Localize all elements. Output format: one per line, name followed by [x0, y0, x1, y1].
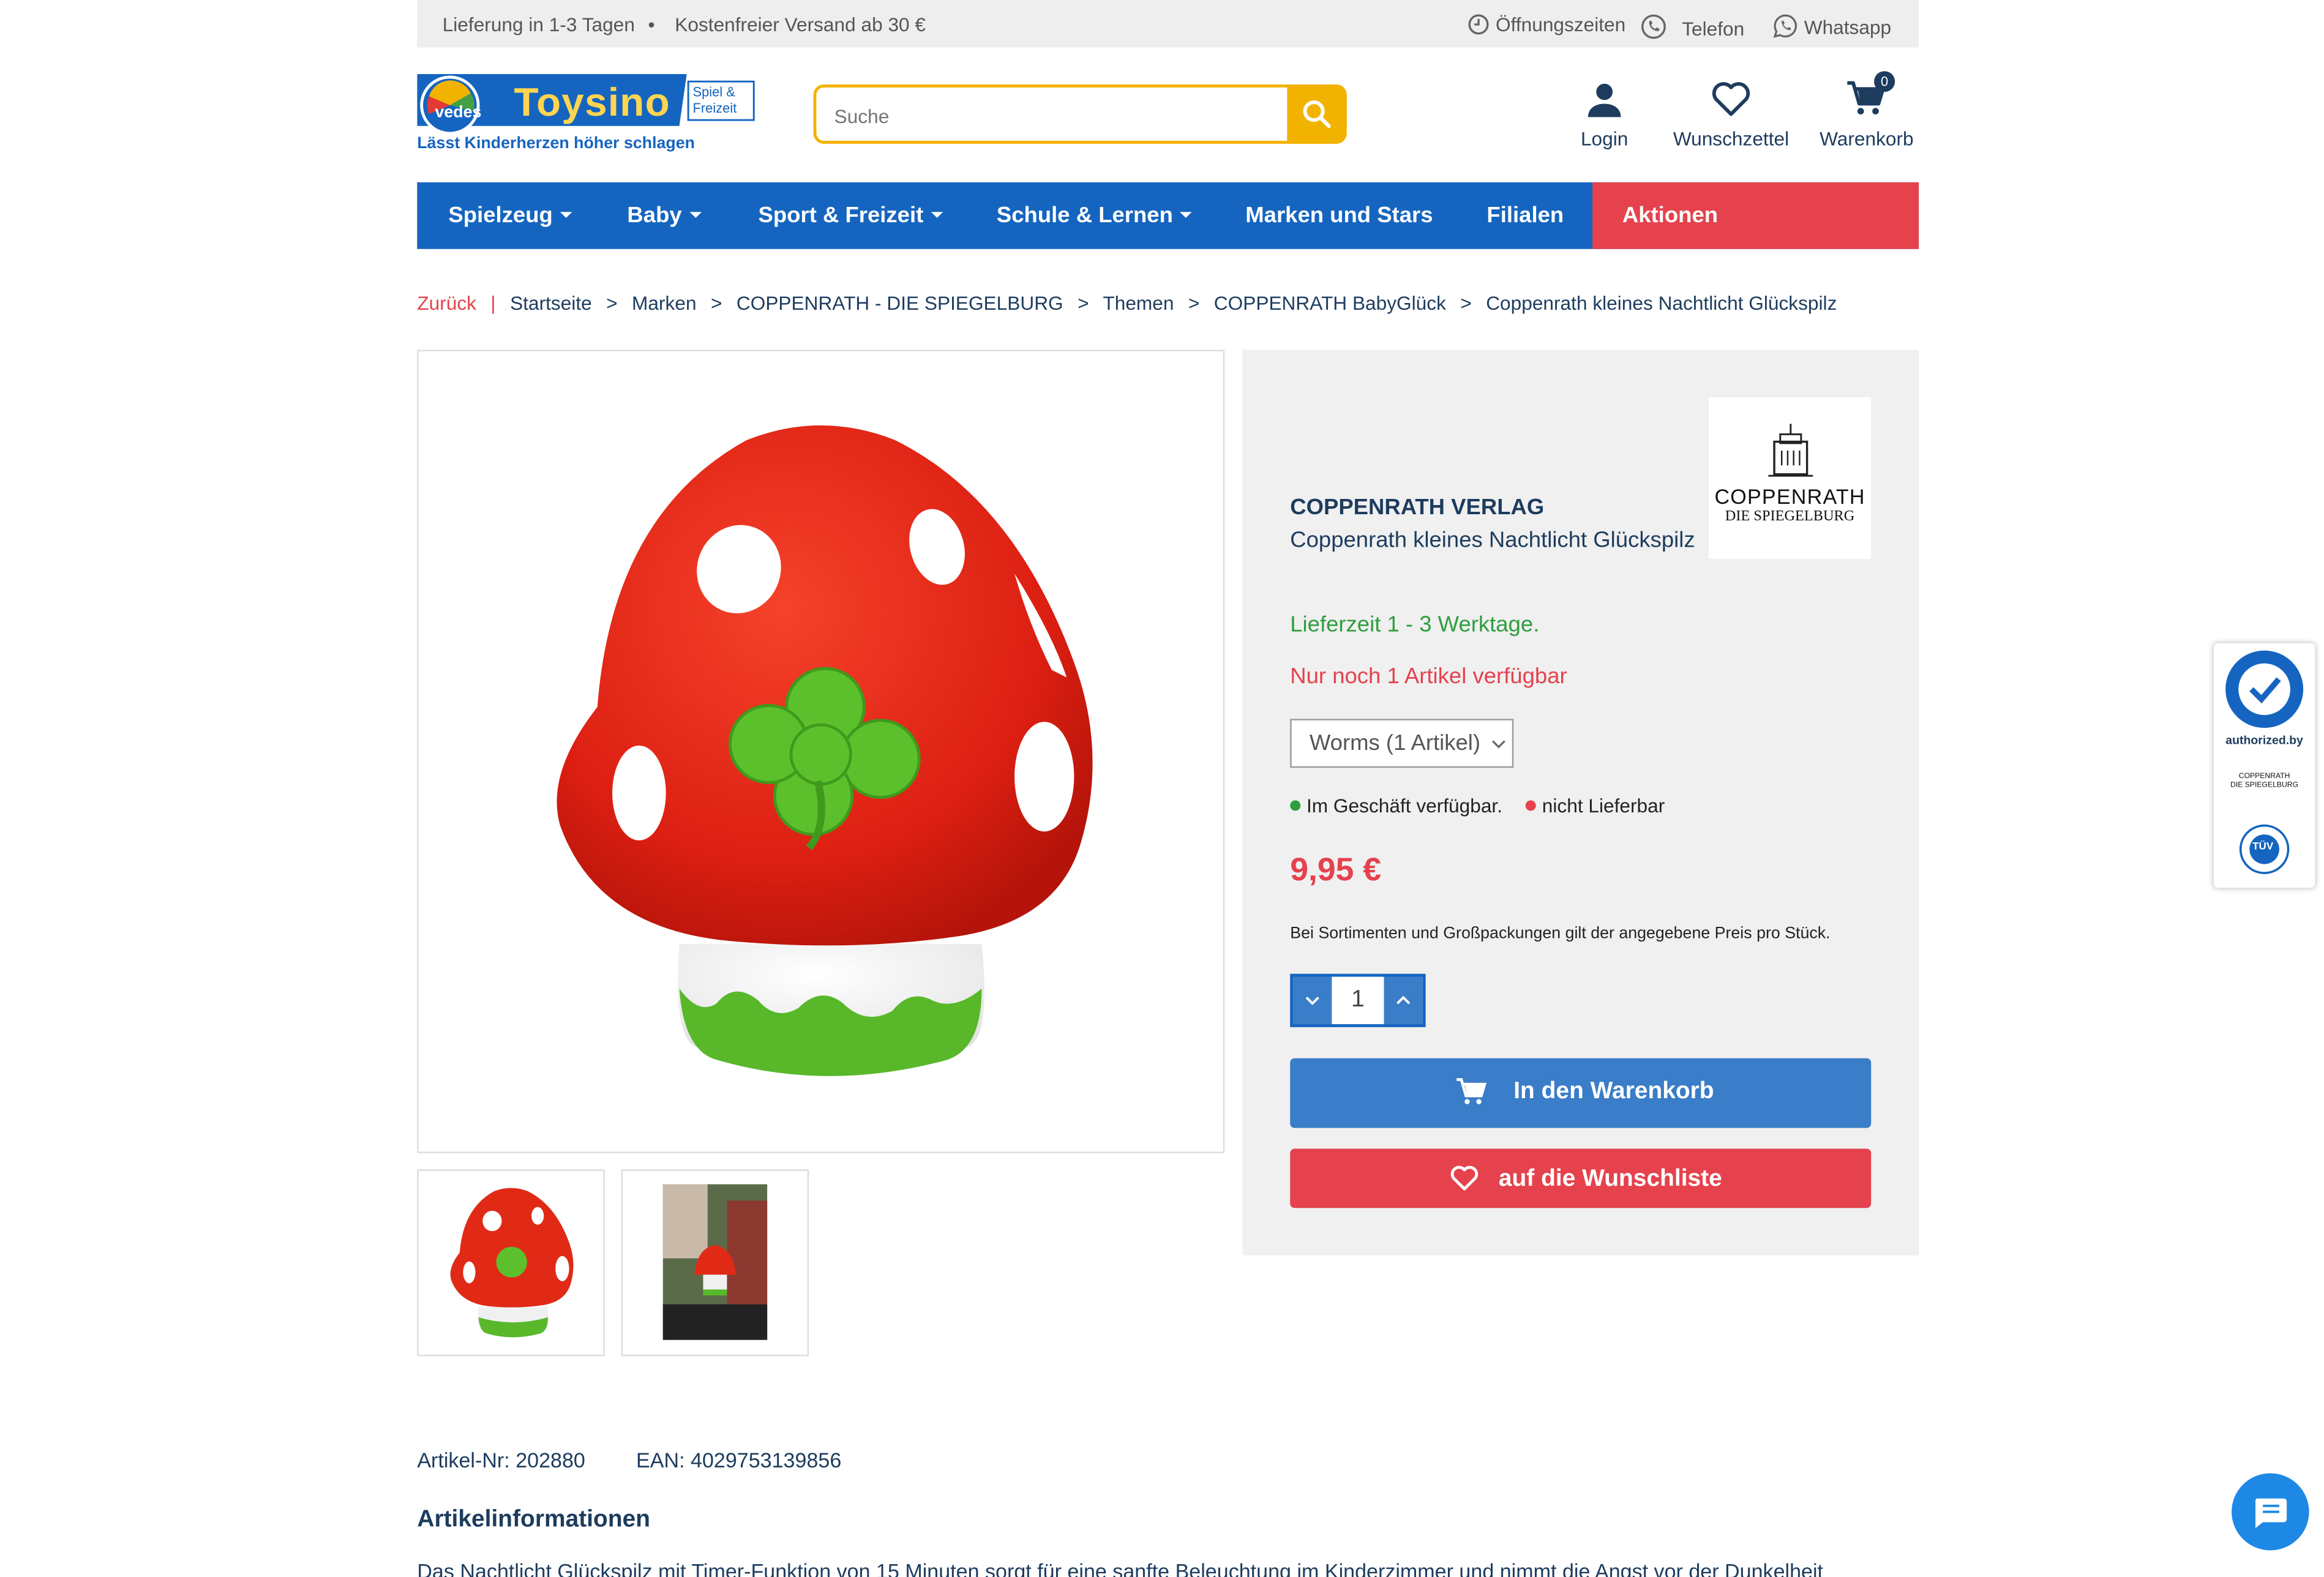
nav-item-baby[interactable]: Baby	[627, 203, 702, 228]
top-info-bar: Lieferung in 1-3 Tagen • Kostenfreier Ve…	[417, 0, 1919, 48]
breadcrumb-sep: >	[710, 291, 722, 315]
chevron-down-icon	[1492, 740, 1505, 749]
product-price: 9,95 €	[1290, 850, 1382, 888]
breadcrumb-current: Coppenrath kleines Nachtlicht Glückspilz	[1486, 291, 1837, 315]
logo-vedes-text: vedes	[435, 103, 482, 122]
green-dot-icon	[1290, 800, 1301, 811]
breadcrumb-babyglueck[interactable]: COPPENRATH BabyGlück	[1214, 292, 1446, 314]
breadcrumb-divider: |	[490, 291, 496, 315]
add-to-cart-button[interactable]: In den Warenkorb	[1290, 1058, 1872, 1128]
ean-number: EAN: 4029753139856	[636, 1448, 842, 1472]
product-brand: COPPENRATH VERLAG	[1290, 495, 1545, 520]
breadcrumb-themen[interactable]: Themen	[1103, 292, 1174, 314]
caret-down-icon	[1180, 212, 1193, 218]
nav-item-sport-freizeit[interactable]: Sport & Freizeit	[759, 203, 943, 228]
phone-icon	[1641, 14, 1666, 39]
breadcrumb-coppenrath[interactable]: COPPENRATH - DIE SPIEGELBURG	[737, 292, 1063, 314]
opening-hours-link[interactable]: Öffnungszeiten	[1467, 13, 1625, 36]
breadcrumb-sep: >	[1078, 291, 1089, 315]
chat-button[interactable]	[2232, 1473, 2309, 1551]
info-heading: Artikelinformationen	[417, 1507, 651, 1533]
back-link[interactable]: Zurück	[417, 292, 476, 314]
search-input[interactable]	[831, 99, 1284, 132]
nav-item-marken-stars[interactable]: Marken und Stars	[1245, 203, 1433, 228]
mushroom-thumbnail-image	[450, 1188, 574, 1338]
product-thumbnail[interactable]	[417, 1169, 605, 1357]
lifestyle-thumbnail-image	[662, 1184, 768, 1340]
slogan: Lässt Kinderherzen höher schlagen	[417, 135, 695, 153]
product-thumbnail[interactable]	[621, 1169, 809, 1357]
brand-logo-line1: COPPENRATH	[1714, 484, 1865, 509]
caret-down-icon	[560, 212, 572, 218]
product-main-image[interactable]	[417, 350, 1225, 1153]
nav-item-schule-lernen[interactable]: Schule & Lernen	[997, 203, 1193, 228]
product-description: Das Nachtlicht Glückspilz mit Timer-Funk…	[417, 1559, 1824, 1577]
breadcrumb-startseite[interactable]: Startseite	[510, 292, 592, 314]
site-logo[interactable]: vedes Toysino Spiel & Freizeit Lässt Kin…	[417, 67, 757, 159]
heart-icon	[1450, 1166, 1479, 1191]
search-icon	[1303, 100, 1331, 128]
cart-button[interactable]: Warenkorb 0	[1818, 71, 1916, 150]
nav-item-filialen[interactable]: Filialen	[1486, 203, 1564, 228]
breadcrumb-sep: >	[606, 291, 618, 315]
caret-down-icon	[689, 212, 702, 218]
logo-tag: Spiel & Freizeit	[692, 84, 737, 116]
article-number: Artikel-Nr: 202880	[417, 1448, 585, 1472]
search-box	[813, 84, 1347, 144]
search-button[interactable]	[1287, 84, 1347, 144]
delivery-time: Lieferzeit 1 - 3 Werktage.	[1290, 612, 1540, 638]
breadcrumb: Zurück | Startseite > Marken > COPPENRAT…	[417, 292, 1837, 314]
bullet-separator: •	[648, 13, 655, 36]
add-to-wishlist-button[interactable]: auf die Wunschliste	[1290, 1148, 1872, 1208]
brand-logo[interactable]: COPPENRATH DIE SPIEGELBURG	[1708, 397, 1872, 559]
quantity-input[interactable]: 1	[1332, 987, 1384, 1014]
breadcrumb-marken[interactable]: Marken	[632, 292, 697, 314]
castle-icon	[1768, 424, 1813, 477]
delivery-info: Lieferung in 1-3 Tagen	[442, 13, 635, 36]
quantity-stepper: 1	[1290, 973, 1426, 1027]
nav-item-aktionen[interactable]: Aktionen	[1622, 203, 1718, 228]
wishlist-button[interactable]: Wunschzettel	[1668, 78, 1793, 150]
availability-legend: Im Geschäft verfügbar. nicht Lieferbar	[1290, 795, 1665, 817]
breadcrumb-sep: >	[1188, 291, 1200, 315]
store-select[interactable]: Worms (1 Artikel)	[1290, 719, 1514, 768]
login-button[interactable]: Login	[1567, 78, 1642, 150]
breadcrumb-sep: >	[1460, 291, 1472, 315]
caret-down-icon	[931, 212, 943, 218]
product-title: Coppenrath kleines Nachtlicht Glückspilz	[1290, 527, 1695, 553]
chat-bubble-icon	[2255, 1498, 2287, 1529]
quantity-increase-button[interactable]	[1384, 976, 1423, 1024]
whatsapp-icon	[1773, 14, 1797, 38]
logo-brand-text: Toysino	[514, 80, 671, 125]
authorized-text: authorized.by	[2225, 733, 2303, 747]
heart-icon	[1712, 82, 1750, 116]
free-shipping-info: Kostenfreier Versand ab 30 €	[675, 13, 926, 36]
nav-item-spielzeug[interactable]: Spielzeug	[448, 203, 572, 228]
cart-count-badge: 0	[1874, 71, 1895, 92]
quantity-decrease-button[interactable]	[1293, 976, 1332, 1024]
whatsapp-link[interactable]: Whatsapp	[1773, 13, 1891, 39]
brand-logo-line2: DIE SPIEGELBURG	[1725, 508, 1855, 525]
trust-badges-sidebar[interactable]: authorized.by COPPENRATH DIE SPIEGELBURG …	[2213, 643, 2315, 888]
red-dot-icon	[1526, 800, 1537, 811]
chevron-down-icon	[1305, 997, 1319, 1005]
user-icon	[1587, 83, 1621, 118]
tuv-text: TÜV	[2252, 842, 2274, 853]
price-note: Bei Sortimenten und Großpackungen gilt d…	[1290, 924, 1831, 943]
chevron-up-icon	[1396, 995, 1411, 1005]
phone-link[interactable]: Telefon	[1640, 13, 1744, 40]
stock-status: Nur noch 1 Artikel verfügbar	[1290, 664, 1567, 689]
mushroom-nightlight-image	[557, 425, 1093, 1076]
small-brand-logo: COPPENRATH DIE SPIEGELBURG	[2230, 772, 2299, 790]
authorized-partner-seal-icon	[2225, 650, 2304, 729]
main-navigation: Spielzeug Baby Sport & Freizeit Schule &…	[417, 182, 1919, 249]
cart-icon	[1456, 1078, 1487, 1104]
clock-icon	[1468, 14, 1489, 35]
